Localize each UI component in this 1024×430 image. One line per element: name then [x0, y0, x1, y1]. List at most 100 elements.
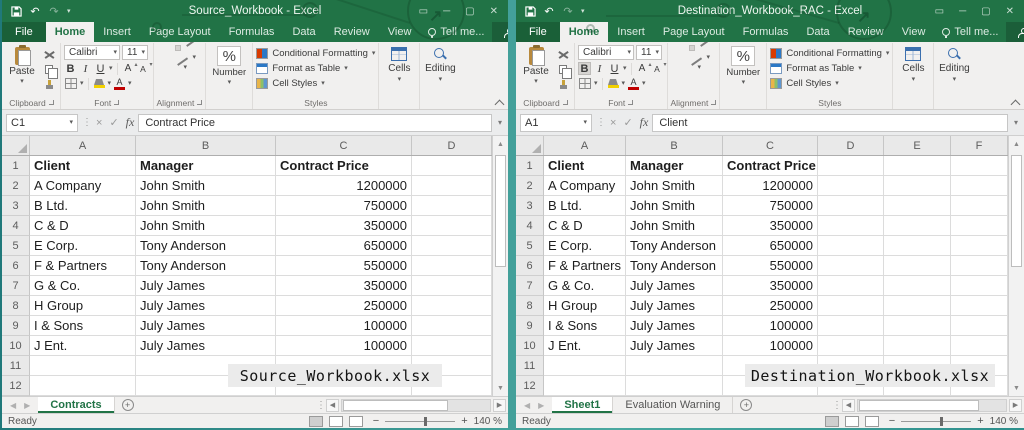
orientation-button[interactable]: [184, 45, 190, 51]
copy-button[interactable]: [555, 63, 571, 76]
tell-me-button[interactable]: Tell me...: [934, 22, 1006, 42]
scroll-down-icon[interactable]: ▼: [493, 380, 508, 396]
redo-icon[interactable]: ↷: [48, 5, 60, 17]
row-header[interactable]: 2: [516, 176, 544, 196]
expand-formula-bar-icon[interactable]: ▾: [496, 118, 504, 127]
editing-button[interactable]: Editing ▾: [937, 45, 971, 83]
cell[interactable]: Tony Anderson: [626, 256, 723, 276]
cell[interactable]: F & Partners: [544, 256, 626, 276]
sheet-nav-left-icon[interactable]: ◀: [10, 401, 16, 410]
zoom-in-icon[interactable]: +: [461, 415, 467, 427]
tab-data[interactable]: Data: [283, 22, 324, 42]
cell[interactable]: July James: [136, 276, 276, 296]
cell[interactable]: [412, 276, 492, 296]
row-header[interactable]: 6: [2, 256, 30, 276]
cell[interactable]: 100000: [723, 336, 818, 356]
zoom-slider[interactable]: [901, 421, 971, 422]
enter-icon[interactable]: ✓: [623, 116, 632, 129]
row-header[interactable]: 6: [516, 256, 544, 276]
chevron-down-icon[interactable]: ▾: [642, 80, 646, 87]
cell[interactable]: July James: [136, 336, 276, 356]
cell[interactable]: 650000: [276, 236, 412, 256]
column-header-b[interactable]: B: [136, 136, 276, 155]
cell[interactable]: [884, 216, 951, 236]
column-header-a[interactable]: A: [544, 136, 626, 155]
page-break-view-icon[interactable]: [865, 416, 879, 427]
chevron-down-icon[interactable]: ▾: [109, 65, 113, 72]
number-format-button[interactable]: % Number ▾: [723, 45, 763, 86]
cell[interactable]: [884, 196, 951, 216]
save-icon[interactable]: [10, 5, 22, 17]
format-painter-button[interactable]: [555, 78, 571, 91]
cell[interactable]: 550000: [276, 256, 412, 276]
cell[interactable]: [818, 316, 884, 336]
new-sheet-button[interactable]: +: [733, 397, 759, 413]
cell[interactable]: [30, 356, 136, 376]
column-header-d[interactable]: D: [818, 136, 884, 155]
fill-color-button[interactable]: [607, 77, 620, 90]
tell-me-button[interactable]: Tell me...: [420, 22, 492, 42]
ribbon-display-options-icon[interactable]: ▭: [419, 6, 428, 17]
tab-insert[interactable]: Insert: [608, 22, 654, 42]
borders-button[interactable]: [64, 77, 78, 90]
chevron-down-icon[interactable]: ▾: [80, 80, 84, 87]
name-box[interactable]: C1▾: [6, 114, 78, 132]
minimize-icon[interactable]: ─: [959, 6, 966, 17]
chevron-down-icon[interactable]: ▾: [698, 64, 702, 71]
underline-button[interactable]: U: [94, 62, 107, 75]
dialog-launcher-icon[interactable]: [114, 100, 119, 105]
share-button[interactable]: Share: [1006, 22, 1024, 42]
zoom-slider-thumb[interactable]: [424, 417, 427, 426]
tab-home[interactable]: Home: [46, 22, 95, 42]
cell[interactable]: [884, 256, 951, 276]
row-header[interactable]: 12: [516, 376, 544, 396]
tab-view[interactable]: View: [893, 22, 935, 42]
undo-icon[interactable]: ↶: [29, 5, 41, 17]
bold-button[interactable]: B: [64, 62, 77, 75]
page-layout-view-icon[interactable]: [329, 416, 343, 427]
cell[interactable]: [951, 156, 1008, 176]
cell[interactable]: [544, 376, 626, 396]
cell[interactable]: 100000: [276, 316, 412, 336]
cell[interactable]: July James: [626, 316, 723, 336]
page-break-view-icon[interactable]: [349, 416, 363, 427]
dialog-launcher-icon[interactable]: [49, 100, 54, 105]
cell[interactable]: A Company: [544, 176, 626, 196]
cell[interactable]: [412, 196, 492, 216]
hscroll-right-icon[interactable]: ▶: [493, 399, 506, 412]
cell[interactable]: Tony Anderson: [136, 256, 276, 276]
decrease-font-button[interactable]: A▾: [651, 62, 664, 75]
column-header-d[interactable]: D: [412, 136, 492, 155]
zoom-in-icon[interactable]: +: [977, 415, 983, 427]
decrease-indent-button[interactable]: [671, 65, 677, 71]
cell[interactable]: 250000: [276, 296, 412, 316]
row-header[interactable]: 3: [2, 196, 30, 216]
column-header-f[interactable]: F: [951, 136, 1008, 155]
formula-input[interactable]: Client: [652, 114, 1008, 132]
chevron-down-icon[interactable]: ▾: [622, 80, 626, 87]
select-all-corner[interactable]: [516, 136, 544, 155]
close-icon[interactable]: ✕: [490, 6, 498, 17]
format-painter-button[interactable]: [41, 78, 57, 91]
align-top-button[interactable]: [157, 45, 163, 51]
cell[interactable]: [951, 256, 1008, 276]
tab-formulas[interactable]: Formulas: [220, 22, 284, 42]
font-size-select[interactable]: 11▾: [636, 45, 662, 60]
cell[interactable]: 1200000: [276, 176, 412, 196]
chevron-down-icon[interactable]: ▾: [193, 54, 197, 61]
tab-home[interactable]: Home: [560, 22, 609, 42]
cell[interactable]: B Ltd.: [544, 196, 626, 216]
scroll-up-icon[interactable]: ▲: [1009, 136, 1024, 152]
cell[interactable]: Tony Anderson: [626, 236, 723, 256]
cell[interactable]: F & Partners: [30, 256, 136, 276]
customize-qat-icon[interactable]: ▾: [581, 7, 585, 15]
tab-review[interactable]: Review: [839, 22, 893, 42]
tab-file[interactable]: File: [2, 22, 46, 42]
horizontal-scrollbar[interactable]: [857, 399, 1007, 412]
cell[interactable]: A Company: [30, 176, 136, 196]
cell[interactable]: [818, 156, 884, 176]
row-header[interactable]: 8: [2, 296, 30, 316]
cell-styles-button[interactable]: Cell Styles▾: [770, 76, 889, 90]
cell[interactable]: J Ent.: [30, 336, 136, 356]
sheet-nav-left-icon[interactable]: ◀: [524, 401, 530, 410]
